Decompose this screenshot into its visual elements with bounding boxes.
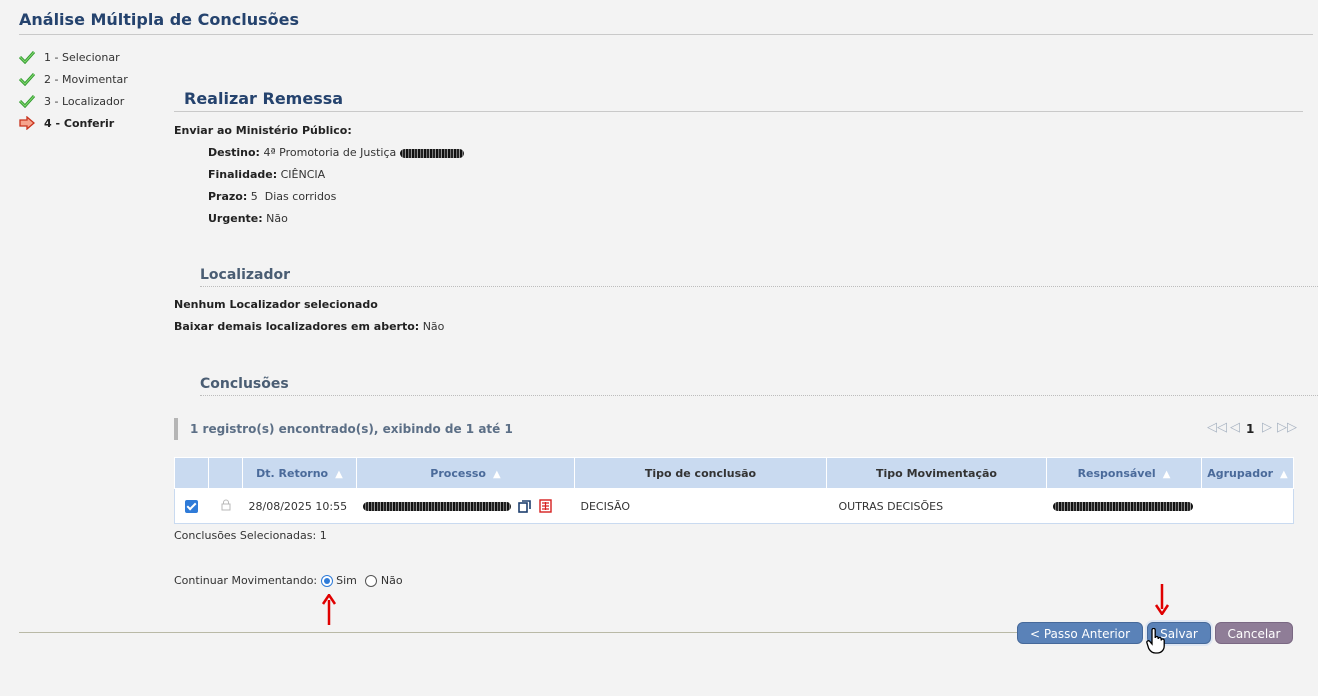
localizador-title: Localizador [200, 267, 291, 283]
destino-row: Destino: 4ª Promotoria de Justiça [208, 146, 464, 159]
cancel-button[interactable]: Cancelar [1215, 622, 1293, 644]
agrupador-cell [1201, 488, 1294, 524]
selected-count: Conclusões Selecionadas: 1 [174, 529, 327, 542]
remessa-heading: Enviar ao Ministério Público: [174, 124, 352, 137]
localizador-divider [200, 286, 1318, 287]
finalidade-value: CIÊNCIA [280, 168, 326, 181]
check-icon [19, 50, 35, 64]
sort-up-icon[interactable]: ▲ [335, 469, 343, 480]
table-header: Dt. Retorno ▲ Processo ▲ Tipo de conclusão… [174, 457, 1294, 489]
dt-retorno-header[interactable]: Dt. Retorno ▲ [242, 457, 357, 489]
lock-icon [221, 499, 230, 510]
responsavel-cell [1046, 488, 1202, 524]
finalidade-label: Finalidade: [208, 168, 278, 181]
destino-value: 4ª Promotoria de Justiça [263, 146, 397, 159]
row-select-cell [174, 488, 209, 524]
urgente-value: Não [266, 212, 288, 225]
prazo-label: Prazo: [208, 190, 248, 203]
destino-label: Destino: [208, 146, 260, 159]
page-title: Análise Múltipla de Conclusões [19, 10, 299, 29]
tipo-conclusao-header: Tipo de conclusão [574, 457, 827, 489]
footer-divider [19, 632, 1019, 633]
remessa-title: Realizar Remessa [184, 89, 344, 108]
urgente-row: Urgente: Não [208, 212, 288, 225]
step-4: 4 - Conferir [19, 116, 114, 130]
sort-up-icon[interactable]: ▲ [493, 469, 501, 480]
continuar-row: Continuar Movimentando: Sim Não [174, 574, 403, 587]
processo-header[interactable]: Processo ▲ [356, 457, 575, 489]
prazo-value: 5 Dias corridos [250, 190, 337, 203]
column-label: Dt. Retorno [256, 466, 329, 480]
sync-icon[interactable] [518, 499, 531, 513]
first-page-icon[interactable]: ◁◁ [1207, 420, 1227, 435]
last-page-icon[interactable]: ▷▷ [1277, 420, 1297, 435]
step-label: 3 - Localizador [44, 94, 125, 108]
urgente-label: Urgente: [208, 212, 263, 225]
processo-cell [356, 488, 575, 524]
step-2: 2 - Movimentar [19, 72, 128, 86]
pdf-icon[interactable] [538, 499, 552, 513]
dt-retorno-cell: 28/08/2025 10:55 [242, 488, 357, 524]
redacted-text [399, 148, 464, 158]
redacted-text [362, 501, 511, 511]
previous-step-button[interactable]: < Passo Anterior [1017, 622, 1143, 644]
baixar-label: Baixar demais localizadores em aberto: [174, 320, 420, 333]
sort-up-icon[interactable]: ▲ [1163, 469, 1171, 480]
radio-sim[interactable] [321, 574, 334, 587]
title-divider [19, 34, 1313, 35]
annotation-arrow-up-icon [321, 594, 337, 625]
conclusoes-title: Conclusões [200, 376, 289, 392]
localizador-none: Nenhum Localizador selecionado [174, 298, 378, 311]
prazo-row: Prazo: 5 Dias corridos [208, 190, 336, 203]
step-1: 1 - Selecionar [19, 50, 120, 64]
select-column-header [174, 457, 209, 489]
finalidade-row: Finalidade: CIÊNCIA [208, 168, 325, 181]
check-icon [19, 72, 35, 86]
continuar-label: Continuar Movimentando: [174, 574, 318, 587]
records-count: 1 registro(s) encontrado(s), exibindo de… [190, 422, 513, 436]
radio-nao-label[interactable]: Não [381, 574, 403, 587]
annotation-arrow-down-icon [1154, 584, 1170, 615]
step-label: 4 - Conferir [44, 116, 115, 130]
step-label: 1 - Selecionar [44, 50, 120, 64]
conclusoes-divider [200, 395, 1318, 396]
baixar-row: Baixar demais localizadores em aberto: N… [174, 320, 444, 333]
step-label: 2 - Movimentar [44, 72, 128, 86]
column-label: Tipo de conclusão [644, 466, 757, 480]
current-page: 1 [1246, 422, 1255, 436]
lock-column-header [208, 457, 243, 489]
agrupador-header[interactable]: Agrupador ▲ [1201, 457, 1294, 489]
prev-page-icon[interactable]: ◁ [1230, 420, 1240, 435]
conclusoes-table: Dt. Retorno ▲ Processo ▲ Tipo de conclusão… [174, 457, 1294, 524]
remessa-divider [174, 111, 1303, 112]
lock-cell [208, 488, 243, 524]
tipo-movimentacao-cell: OUTRAS DECISÕES [826, 488, 1047, 524]
row-checkbox[interactable] [185, 499, 199, 513]
sort-up-icon[interactable]: ▲ [1280, 469, 1288, 480]
column-label: Tipo Movimentação [876, 466, 997, 480]
check-icon [19, 94, 35, 108]
redacted-text [1052, 502, 1193, 511]
records-marker [174, 418, 178, 440]
column-label: Responsável [1077, 466, 1156, 480]
radio-sim-label[interactable]: Sim [336, 574, 357, 587]
hand-cursor-icon [1146, 628, 1165, 654]
tipo-conclusao-cell: DECISÃO [574, 488, 827, 524]
column-label: Processo [430, 466, 486, 480]
arrow-right-icon [19, 116, 35, 130]
baixar-value: Não [422, 320, 445, 333]
table-row: 28/08/2025 10:55 DECISÃO OUTRAS DECISÕES [174, 488, 1294, 524]
next-page-icon[interactable]: ▷ [1262, 420, 1272, 435]
responsavel-header[interactable]: Responsável ▲ [1046, 457, 1202, 489]
tipo-movimentacao-header: Tipo Movimentação [826, 457, 1047, 489]
radio-nao[interactable] [364, 574, 377, 587]
step-3: 3 - Localizador [19, 94, 124, 108]
column-label: Agrupador [1207, 466, 1274, 480]
